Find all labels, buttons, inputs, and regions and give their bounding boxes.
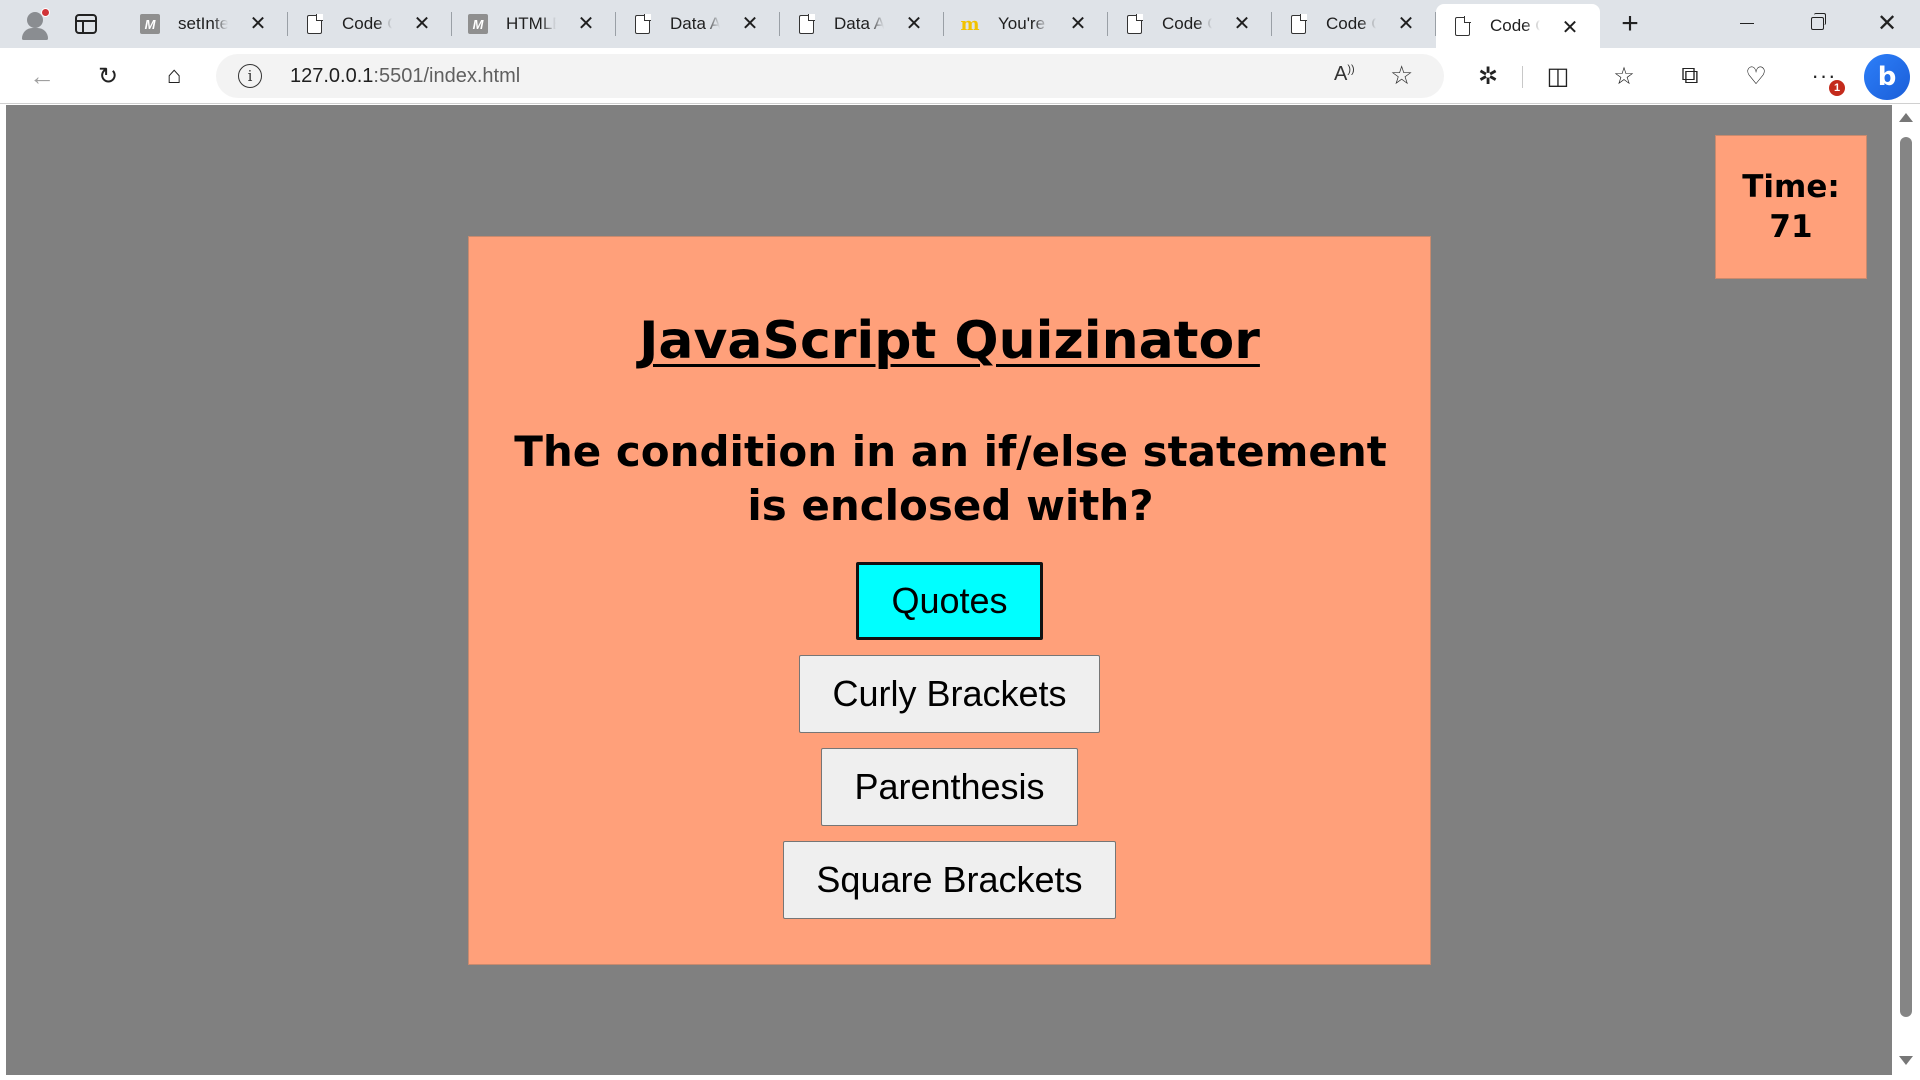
timer-box: Time: 71 — [1715, 135, 1867, 279]
answer-list: Quotes Curly Brackets Parenthesis Square… — [469, 562, 1430, 934]
scroll-up-arrow-icon[interactable] — [1899, 113, 1913, 122]
tab-title: You're c — [998, 14, 1048, 33]
back-arrow-icon[interactable]: ← — [26, 60, 58, 92]
toolbar-divider — [1522, 66, 1523, 88]
tab-strip: M setInterv ✕ Code Qu ✕ M HTMLEle ✕ Data… — [0, 0, 1920, 48]
close-tab-icon[interactable]: ✕ — [246, 12, 270, 36]
address-bar[interactable]: i 127.0.0.1:5501/index.html A)) ☆ — [216, 54, 1444, 98]
timer-label: Time: — [1742, 168, 1840, 205]
browser-tab[interactable]: Code Qu ✕ — [1108, 0, 1272, 48]
mdn-icon: M — [468, 14, 488, 34]
restore-window-icon[interactable] — [1782, 0, 1852, 46]
add-favorite-star-icon[interactable]: ☆ — [1390, 60, 1413, 91]
scrollbar-thumb[interactable] — [1900, 137, 1912, 1017]
tab-title: setInterv — [178, 14, 228, 33]
tab-title: Data Att — [834, 14, 884, 33]
collections-icon[interactable]: ⧉ — [1674, 60, 1706, 92]
document-icon — [796, 13, 816, 34]
close-tab-icon[interactable]: ✕ — [1394, 12, 1418, 36]
reload-icon[interactable]: ↻ — [92, 60, 124, 92]
address-url[interactable]: 127.0.0.1:5501/index.html — [290, 65, 520, 88]
new-tab-plus-icon[interactable]: + — [1614, 7, 1646, 40]
browser-tab-active[interactable]: Code Qu ✕ — [1436, 4, 1600, 48]
answer-button-curly-brackets[interactable]: Curly Brackets — [799, 655, 1100, 733]
close-tab-icon[interactable]: ✕ — [1066, 12, 1090, 36]
tab-actions-menu-icon[interactable] — [72, 10, 100, 38]
split-screen-icon[interactable]: ◫ — [1542, 60, 1574, 92]
tab-title: Code Qu — [1326, 14, 1376, 33]
document-icon — [1124, 13, 1144, 34]
tab-title: HTMLEle — [506, 14, 556, 33]
read-aloud-icon[interactable]: A)) — [1334, 63, 1355, 86]
browser-essentials-heart-icon[interactable]: ♡ — [1740, 60, 1772, 92]
tab-list: M setInterv ✕ Code Qu ✕ M HTMLEle ✕ Data… — [124, 0, 1600, 48]
browser-tab[interactable]: Code Qu ✕ — [288, 0, 452, 48]
document-icon — [1452, 15, 1472, 36]
browser-tab[interactable]: M setInterv ✕ — [124, 0, 288, 48]
notification-badge: 1 — [1829, 80, 1845, 96]
minimize-window-icon[interactable] — [1712, 0, 1782, 46]
answer-button-square-brackets[interactable]: Square Brackets — [783, 841, 1116, 919]
page-viewport: Time: 71 JavaScript Quizinator The condi… — [6, 105, 1892, 1075]
profile-avatar-icon[interactable] — [17, 6, 53, 42]
close-tab-icon[interactable]: ✕ — [574, 12, 598, 36]
favorites-icon[interactable]: ☆ — [1608, 60, 1640, 92]
vertical-scrollbar[interactable] — [1892, 105, 1920, 1075]
home-icon[interactable]: ⌂ — [158, 60, 190, 92]
close-tab-icon[interactable]: ✕ — [410, 12, 434, 36]
tab-title: Data Att — [670, 14, 720, 33]
answer-button-quotes[interactable]: Quotes — [856, 562, 1043, 640]
bing-copilot-icon[interactable]: b — [1864, 54, 1910, 100]
browser-tab[interactable]: Data Att ✕ — [616, 0, 780, 48]
close-tab-icon[interactable]: ✕ — [738, 12, 762, 36]
close-tab-icon[interactable]: ✕ — [1230, 12, 1254, 36]
close-tab-icon[interactable]: ✕ — [1558, 16, 1582, 40]
scroll-down-arrow-icon[interactable] — [1899, 1056, 1913, 1065]
quiz-card: JavaScript Quizinator The condition in a… — [468, 236, 1431, 965]
tab-title: Code Qu — [1490, 16, 1540, 35]
browser-tab[interactable]: m You're c ✕ — [944, 0, 1108, 48]
window-bottom-edge — [0, 1075, 1920, 1080]
mcdonalds-icon: m — [960, 13, 980, 35]
browser-tab[interactable]: M HTMLEle ✕ — [452, 0, 616, 48]
browser-tab[interactable]: Data Att ✕ — [780, 0, 944, 48]
answer-button-parenthesis[interactable]: Parenthesis — [821, 748, 1078, 826]
url-path: :5501/index.html — [373, 65, 521, 87]
site-info-icon[interactable]: i — [238, 64, 262, 88]
document-icon — [304, 13, 324, 34]
document-icon — [1288, 13, 1308, 34]
url-host: 127.0.0.1 — [290, 65, 374, 87]
browser-tab[interactable]: Code Qu ✕ — [1272, 0, 1436, 48]
quiz-title: JavaScript Quizinator — [639, 311, 1260, 371]
close-window-icon[interactable]: ✕ — [1852, 0, 1920, 46]
close-tab-icon[interactable]: ✕ — [902, 12, 926, 36]
mdn-icon: M — [140, 14, 160, 34]
tab-title: Code Qu — [342, 14, 392, 33]
browser-toolbar: ← ↻ ⌂ i 127.0.0.1:5501/index.html A)) ☆ … — [0, 48, 1920, 104]
timer-value: 71 — [1769, 209, 1813, 245]
extensions-puzzle-icon[interactable]: ✲ — [1472, 60, 1504, 92]
tab-title: Code Qu — [1162, 14, 1212, 33]
document-icon — [632, 13, 652, 34]
question-text: The condition in an if/else statement is… — [514, 427, 1387, 530]
